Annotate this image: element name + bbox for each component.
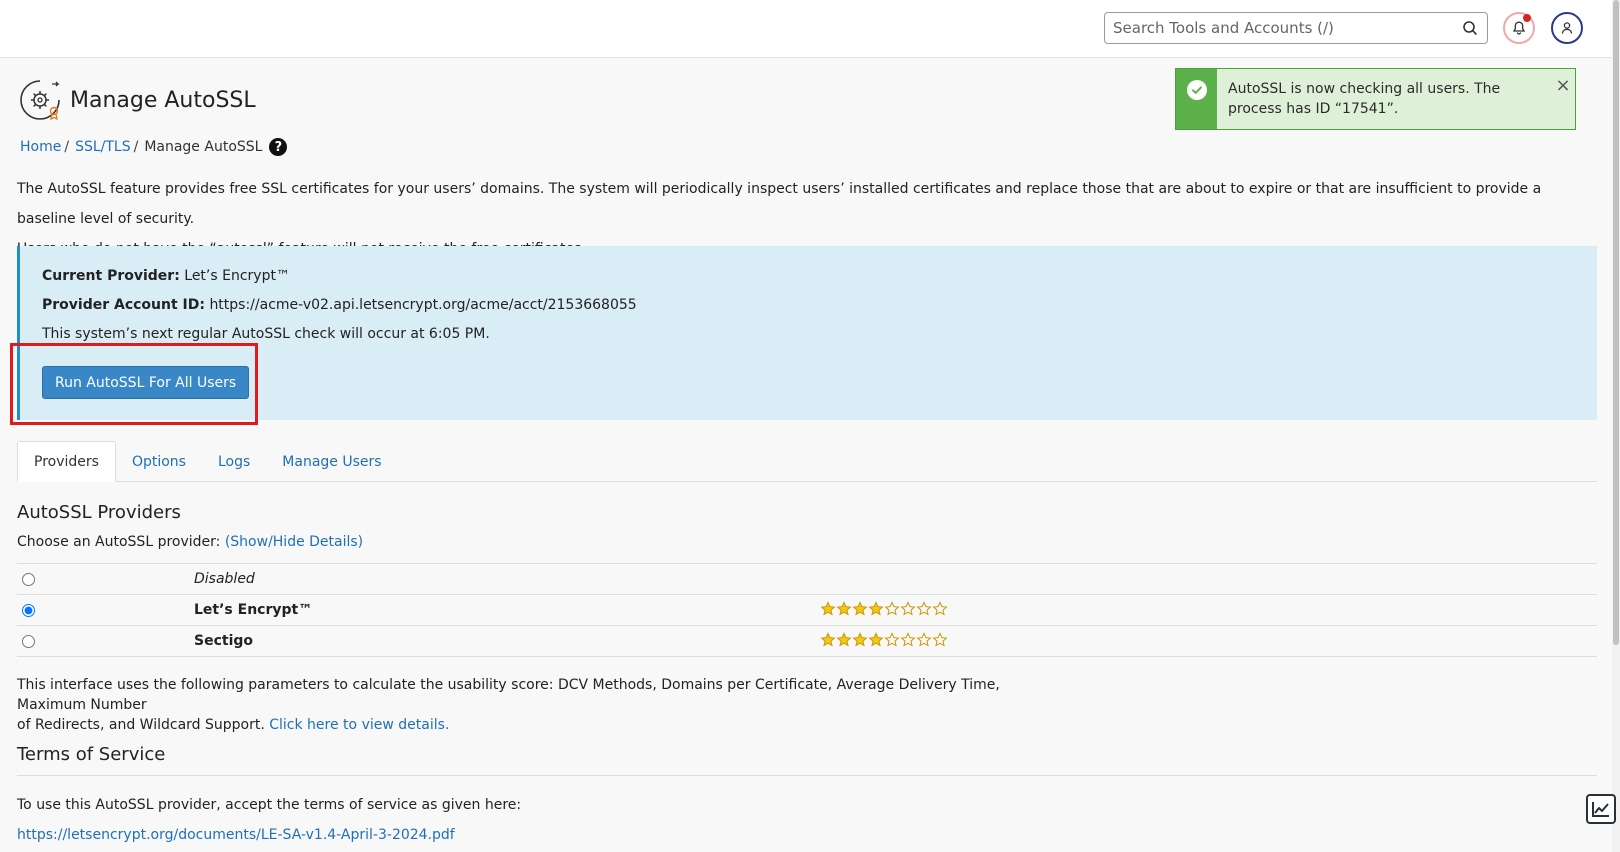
show-hide-details-link[interactable]: (Show/Hide Details) — [225, 534, 363, 550]
search-icon[interactable] — [1461, 19, 1479, 37]
breadcrumb-separator: / — [133, 139, 139, 155]
help-icon[interactable]: ? — [269, 138, 288, 156]
divider — [17, 775, 1597, 776]
bell-icon — [1512, 21, 1526, 35]
search-box[interactable] — [1104, 12, 1488, 44]
star-filled-icon — [820, 632, 836, 647]
usability-note: This interface uses the following parame… — [17, 675, 1057, 735]
account-id-line: Provider Account ID: https://acme-v02.ap… — [42, 297, 637, 313]
highlight-box — [10, 343, 258, 425]
trend-chart-icon — [1592, 802, 1609, 817]
star-empty-icon — [932, 601, 948, 616]
star-filled-icon — [852, 632, 868, 647]
tab-manage-users[interactable]: Manage Users — [266, 441, 397, 482]
next-check-text: This system’s next regular AutoSSL check… — [42, 326, 490, 342]
rating-stars — [820, 601, 948, 617]
search-input[interactable] — [1113, 19, 1461, 37]
star-empty-icon — [900, 632, 916, 647]
choose-provider-line: Choose an AutoSSL provider: (Show/Hide D… — [17, 534, 363, 550]
tos-title: Terms of Service — [17, 744, 166, 765]
tab-providers[interactable]: Providers — [17, 441, 116, 482]
star-filled-icon — [852, 601, 868, 616]
provider-row-letsencrypt[interactable]: Let’s Encrypt™ — [17, 595, 1597, 626]
top-bar — [0, 0, 1620, 58]
page-title: Manage AutoSSL — [70, 87, 256, 113]
provider-name: Let’s Encrypt™ — [194, 602, 313, 618]
account-id-value: https://acme-v02.api.letsencrypt.org/acm… — [209, 297, 637, 313]
provider-name: Disabled — [194, 571, 255, 587]
success-bar — [1176, 69, 1217, 129]
current-provider-line: Current Provider: Let’s Encrypt™ — [42, 268, 290, 284]
breadcrumb-home[interactable]: Home — [20, 139, 61, 155]
breadcrumb-separator: / — [64, 139, 70, 155]
provider-radio[interactable] — [22, 634, 35, 648]
current-provider-value: Let’s Encrypt™ — [184, 268, 290, 284]
user-menu-button[interactable] — [1551, 12, 1583, 44]
notification-dot — [1523, 14, 1531, 22]
star-empty-icon — [884, 632, 900, 647]
providers-title: AutoSSL Providers — [17, 502, 181, 523]
scrollbar-thumb[interactable] — [1613, 0, 1619, 645]
account-id-label: Provider Account ID: — [42, 297, 205, 313]
analytics-button[interactable] — [1586, 794, 1616, 824]
tos-link[interactable]: https://letsencrypt.org/documents/LE-SA-… — [17, 827, 455, 843]
tab-options[interactable]: Options — [116, 441, 202, 482]
user-icon — [1561, 22, 1573, 34]
close-icon[interactable]: × — [1551, 69, 1575, 129]
description-line-1: The AutoSSL feature provides free SSL ce… — [17, 181, 1542, 227]
tab-logs[interactable]: Logs — [202, 441, 266, 482]
success-notification: AutoSSL is now checking all users. The p… — [1175, 68, 1576, 130]
star-empty-icon — [916, 632, 932, 647]
tos-text: To use this AutoSSL provider, accept the… — [17, 797, 522, 813]
breadcrumb-current: Manage AutoSSL — [144, 139, 263, 155]
check-circle-icon — [1186, 80, 1207, 100]
notifications-button[interactable] — [1503, 12, 1535, 44]
page-scrollbar[interactable] — [1612, 0, 1620, 852]
usability-text-2: of Redirects, and Wildcard Support. — [17, 717, 265, 733]
choose-provider-label: Choose an AutoSSL provider: — [17, 534, 221, 550]
breadcrumb: Home / SSL/TLS / Manage AutoSSL ? — [20, 138, 288, 156]
star-filled-icon — [836, 632, 852, 647]
provider-row-disabled[interactable]: Disabled — [17, 564, 1597, 595]
page-header: Manage AutoSSL — [18, 78, 256, 122]
star-empty-icon — [916, 601, 932, 616]
notification-message: AutoSSL is now checking all users. The p… — [1228, 81, 1501, 117]
rating-stars — [820, 632, 948, 648]
star-empty-icon — [884, 601, 900, 616]
provider-radio[interactable] — [22, 603, 35, 617]
usability-text: This interface uses the following parame… — [17, 677, 1000, 713]
provider-name: Sectigo — [194, 633, 254, 649]
provider-row-sectigo[interactable]: Sectigo — [17, 626, 1597, 657]
providers-table: Disabled Let’s Encrypt™ Sectigo — [17, 563, 1597, 657]
star-empty-icon — [932, 632, 948, 647]
autossl-icon — [20, 80, 60, 121]
star-filled-icon — [836, 601, 852, 616]
star-filled-icon — [820, 601, 836, 616]
star-filled-icon — [868, 601, 884, 616]
current-provider-label: Current Provider: — [42, 268, 180, 284]
breadcrumb-ssl-tls[interactable]: SSL/TLS — [75, 139, 131, 155]
provider-radio[interactable] — [22, 572, 35, 586]
tab-bar: Providers Options Logs Manage Users — [17, 441, 1597, 482]
star-empty-icon — [900, 601, 916, 616]
star-filled-icon — [868, 632, 884, 647]
view-details-link[interactable]: Click here to view details. — [269, 717, 449, 733]
